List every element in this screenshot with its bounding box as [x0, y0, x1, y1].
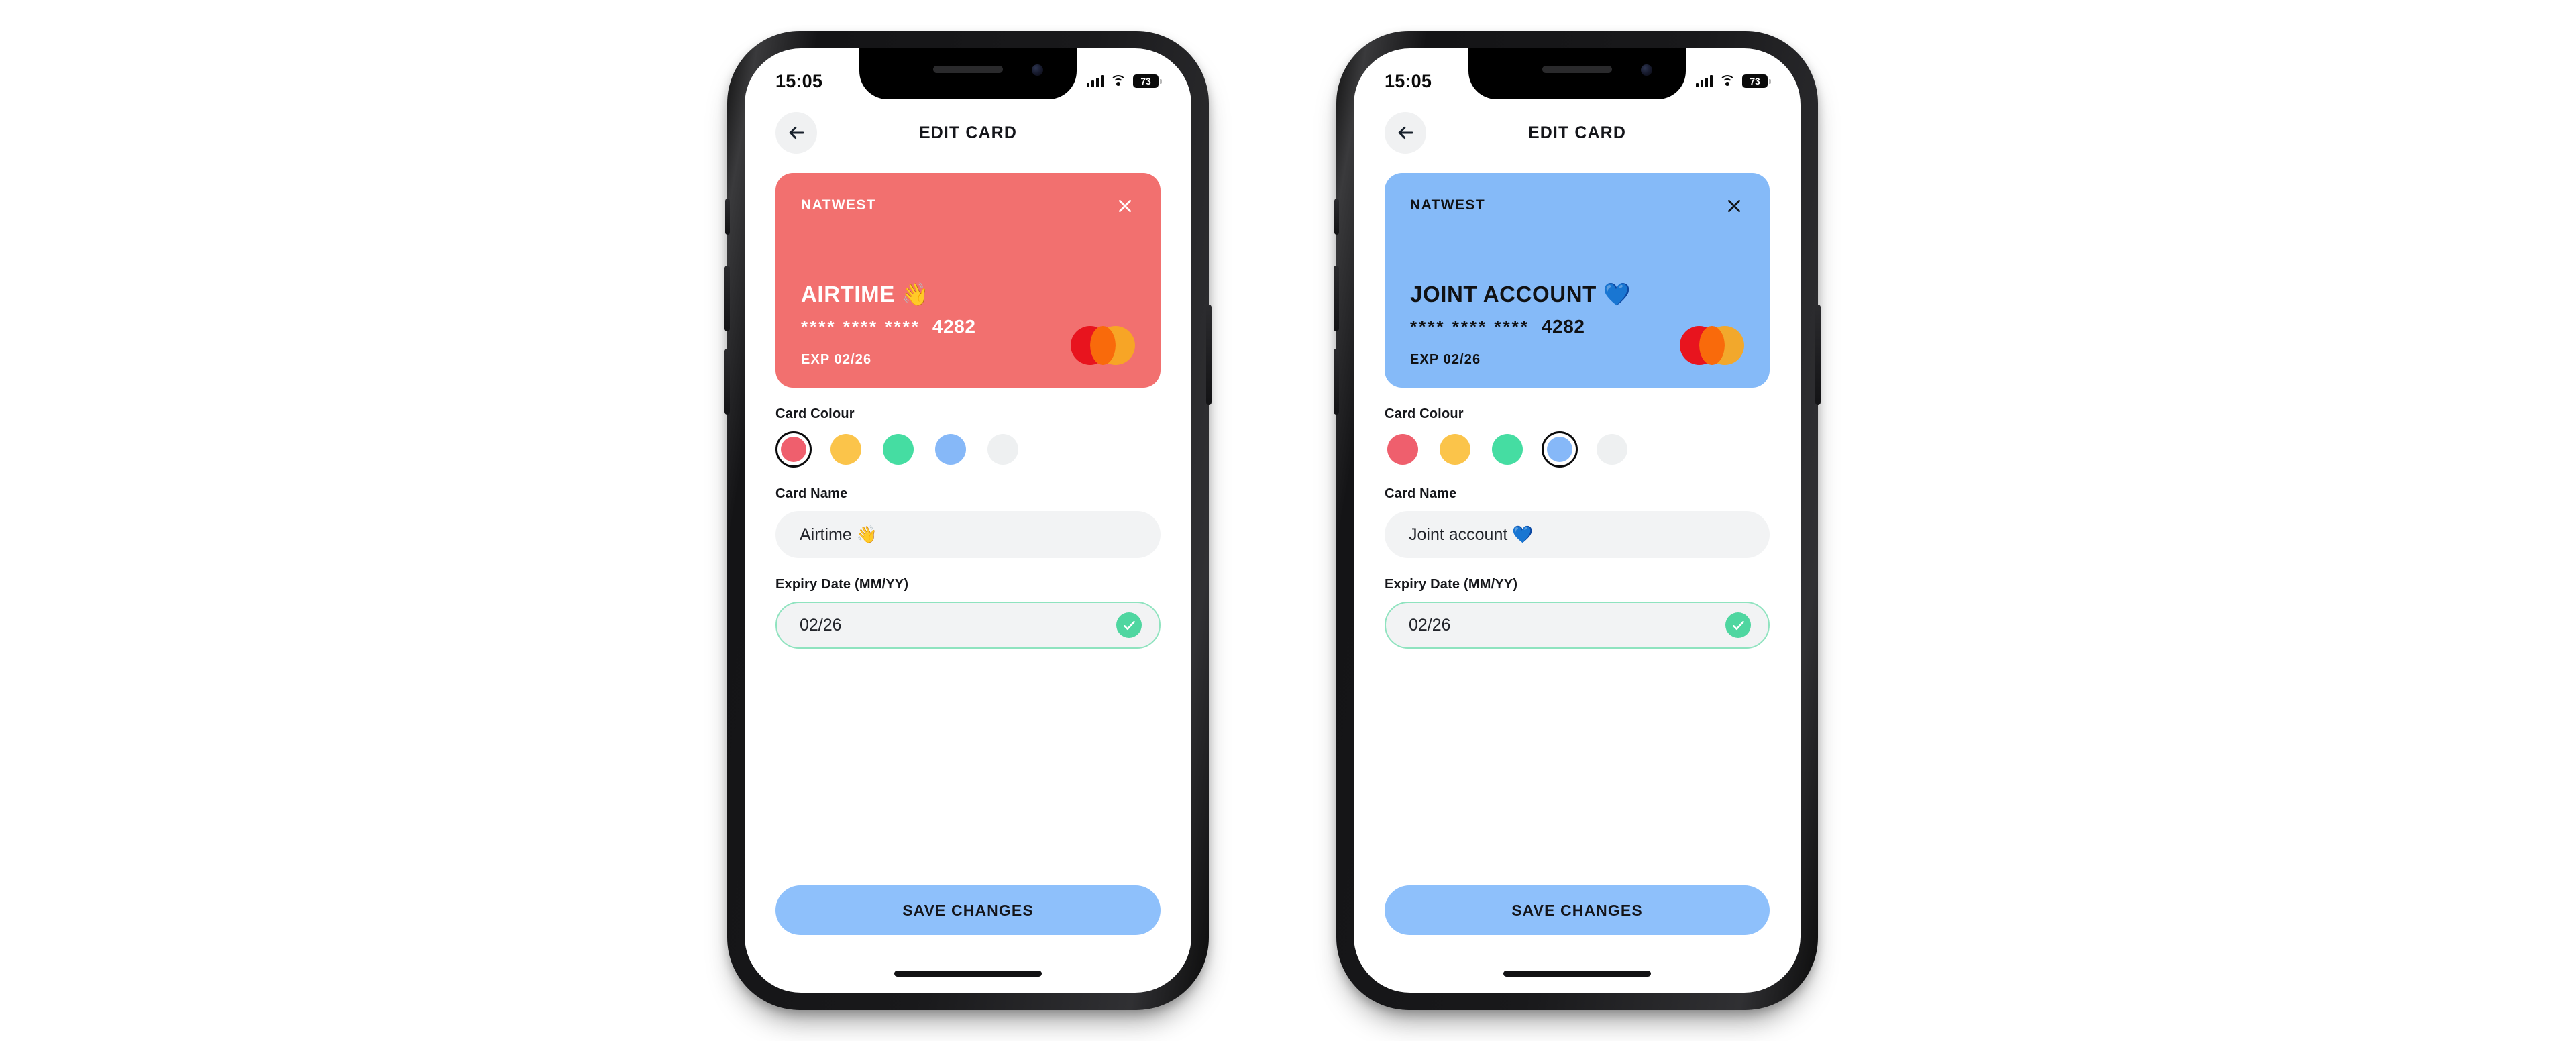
volume-up-button[interactable] [724, 266, 730, 331]
silent-switch[interactable] [1334, 199, 1339, 235]
card-nickname: JOINT ACCOUNT 💙 [1410, 283, 1744, 305]
volume-up-button[interactable] [1334, 266, 1339, 331]
phone-screen-right: 15:05 73 EDIT CARD NATWEST JOINT ACCOUNT… [1354, 48, 1801, 993]
signal-bars-icon [1696, 75, 1713, 87]
expiry-date-label: Expiry Date (MM/YY) [775, 577, 909, 592]
card-nickname: AIRTIME 👋 [801, 283, 1135, 305]
home-indicator[interactable] [1503, 971, 1651, 977]
card-name-input-value: Joint account 💙 [1409, 525, 1534, 544]
status-bar: 15:05 73 [745, 48, 1191, 99]
card-colour-swatches [775, 431, 1161, 468]
colour-swatch-coral[interactable] [1385, 431, 1421, 468]
status-time: 15:05 [1385, 70, 1432, 91]
wifi-icon [1719, 75, 1735, 87]
volume-down-button[interactable] [1334, 349, 1339, 415]
card-close-button[interactable] [1112, 193, 1138, 219]
power-button[interactable] [1206, 305, 1212, 405]
home-indicator[interactable] [894, 971, 1042, 977]
status-indicators: 73 [1087, 74, 1162, 88]
credit-card-preview: NATWEST AIRTIME 👋 **** **** **** 4282 EX… [775, 173, 1161, 388]
save-changes-button[interactable]: SAVE CHANGES [1385, 885, 1770, 935]
arrow-left-icon [789, 127, 804, 139]
screen-content-left: NATWEST AIRTIME 👋 **** **** **** 4282 EX… [745, 173, 1191, 649]
app-header: EDIT CARD [745, 99, 1191, 157]
card-nickname-text: AIRTIME [801, 282, 895, 307]
card-name-input[interactable]: Airtime 👋 [775, 511, 1161, 558]
card-colour-label: Card Colour [1385, 406, 1464, 421]
expiry-date-label: Expiry Date (MM/YY) [1385, 577, 1518, 592]
mastercard-icon [1071, 326, 1135, 365]
card-nickname-emoji: 💙 [1603, 282, 1631, 307]
expiry-date-input[interactable]: 02/26 [775, 602, 1161, 649]
card-colour-label: Card Colour [775, 406, 855, 421]
card-number-mask: **** **** **** [1410, 316, 1529, 337]
expiry-date-input[interactable]: 02/26 [1385, 602, 1770, 649]
card-name-label: Card Name [775, 486, 848, 501]
mastercard-icon [1680, 326, 1744, 365]
card-name-label: Card Name [1385, 486, 1457, 501]
check-circle-icon [1725, 612, 1751, 638]
phone-mockup-right: 15:05 73 EDIT CARD NATWEST JOINT ACCOUNT… [1334, 31, 1821, 1010]
card-name-input-value: Airtime 👋 [800, 525, 877, 544]
colour-swatch-grey[interactable] [1594, 431, 1630, 468]
battery-indicator: 73 [1742, 74, 1771, 88]
battery-tip-icon [1769, 78, 1771, 84]
check-circle-icon [1116, 612, 1142, 638]
colour-swatch-mint[interactable] [1489, 431, 1525, 468]
colour-swatch-mint[interactable] [880, 431, 916, 468]
card-nickname-emoji: 👋 [901, 282, 930, 307]
phone-mockup-left: 15:05 73 EDIT CARD NATWEST AIRTIME 👋 ***… [724, 31, 1212, 1010]
card-close-button[interactable] [1721, 193, 1747, 219]
expiry-date-input-value: 02/26 [1409, 615, 1451, 635]
battery-percent: 73 [1140, 76, 1151, 87]
colour-swatch-blue[interactable] [1542, 431, 1578, 468]
battery-tip-icon [1160, 78, 1162, 84]
colour-swatch-coral[interactable] [775, 431, 812, 468]
card-number-last4: 4282 [1541, 316, 1585, 337]
phone-screen-left: 15:05 73 EDIT CARD NATWEST AIRTIME 👋 ***… [745, 48, 1191, 993]
silent-switch[interactable] [725, 199, 730, 235]
colour-swatch-grey[interactable] [985, 431, 1021, 468]
back-button[interactable] [1385, 112, 1426, 154]
colour-swatch-amber[interactable] [828, 431, 864, 468]
expiry-date-input-value: 02/26 [800, 615, 842, 635]
volume-down-button[interactable] [724, 349, 730, 415]
colour-swatch-amber[interactable] [1437, 431, 1473, 468]
card-bank-name: NATWEST [1410, 197, 1486, 213]
screenshot-canvas: 15:05 73 EDIT CARD NATWEST AIRTIME 👋 ***… [0, 0, 2576, 1041]
wifi-icon [1110, 75, 1126, 87]
close-icon [1728, 200, 1740, 212]
card-name-input[interactable]: Joint account 💙 [1385, 511, 1770, 558]
status-bar: 15:05 73 [1354, 48, 1801, 99]
power-button[interactable] [1815, 305, 1821, 405]
signal-bars-icon [1087, 75, 1104, 87]
credit-card-preview: NATWEST JOINT ACCOUNT 💙 **** **** **** 4… [1385, 173, 1770, 388]
status-indicators: 73 [1696, 74, 1771, 88]
card-number-mask: **** **** **** [801, 316, 920, 337]
card-nickname-text: JOINT ACCOUNT [1410, 282, 1597, 307]
colour-swatch-blue[interactable] [932, 431, 969, 468]
app-header: EDIT CARD [1354, 99, 1801, 157]
card-colour-swatches [1385, 431, 1770, 468]
save-changes-button[interactable]: SAVE CHANGES [775, 885, 1161, 935]
battery-indicator: 73 [1133, 74, 1162, 88]
back-button[interactable] [775, 112, 817, 154]
card-number-last4: 4282 [932, 316, 976, 337]
arrow-left-icon [1398, 127, 1413, 139]
close-icon [1119, 200, 1131, 212]
screen-content-right: NATWEST JOINT ACCOUNT 💙 **** **** **** 4… [1354, 173, 1801, 649]
battery-percent: 73 [1750, 76, 1760, 87]
card-bank-name: NATWEST [801, 197, 877, 213]
status-time: 15:05 [775, 70, 823, 91]
